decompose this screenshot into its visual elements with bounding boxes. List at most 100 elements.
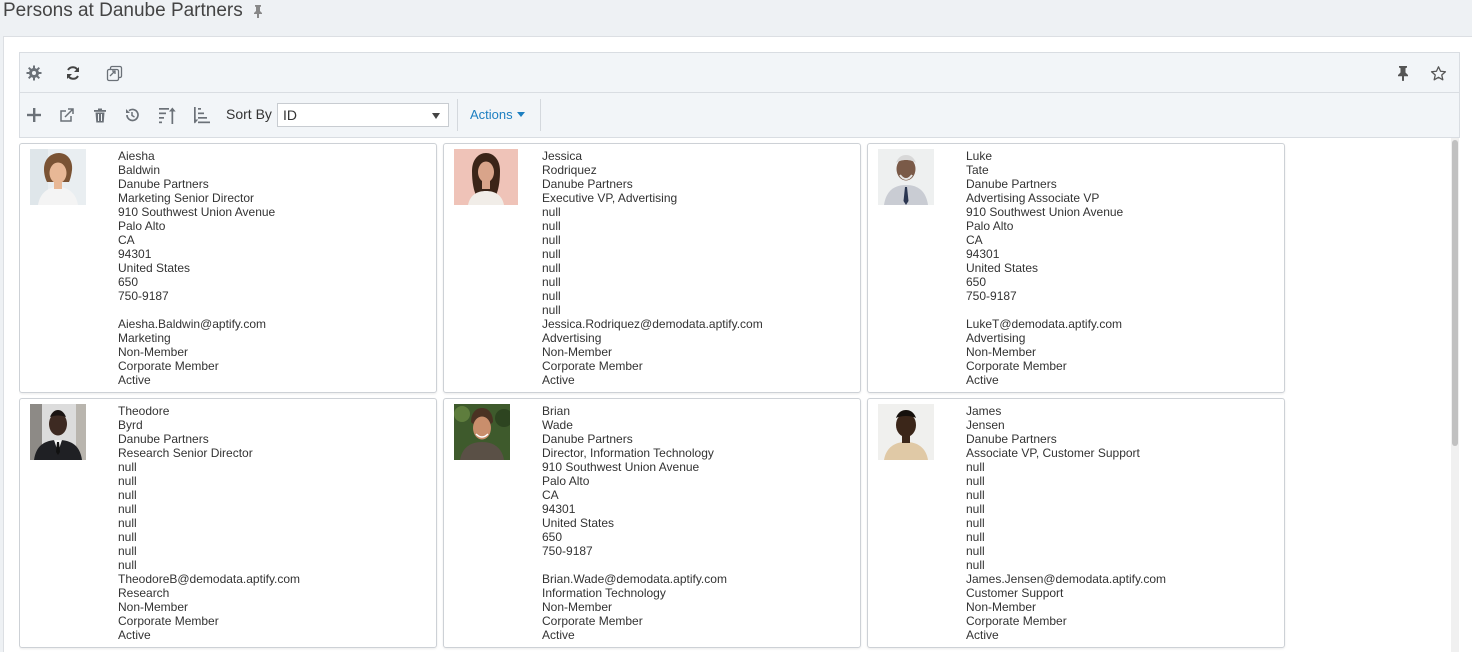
person-card[interactable]: Jessica Rodriquez Danube Partners Execut… bbox=[443, 143, 861, 393]
person-card[interactable]: James Jensen Danube Partners Associate V… bbox=[867, 398, 1285, 648]
first-name: Brian bbox=[542, 404, 571, 418]
vertical-scrollbar[interactable] bbox=[1451, 138, 1459, 652]
city: Palo Alto bbox=[966, 219, 1014, 233]
first-name: Jessica bbox=[542, 149, 583, 163]
sort-by-select[interactable]: ID bbox=[277, 103, 449, 127]
zip-code: 94301 bbox=[118, 247, 152, 261]
first-name: James bbox=[966, 404, 1002, 418]
scrollbar-thumb[interactable] bbox=[1452, 140, 1458, 446]
job-title: Associate VP, Customer Support bbox=[966, 446, 1140, 460]
pin-view-icon[interactable] bbox=[1393, 63, 1413, 83]
city: null bbox=[966, 474, 985, 488]
gear-icon[interactable] bbox=[24, 63, 44, 83]
member-type: Non-Member bbox=[542, 345, 613, 359]
actions-button[interactable]: Actions bbox=[470, 107, 525, 122]
city: Palo Alto bbox=[118, 219, 166, 233]
blank-field bbox=[542, 558, 727, 572]
copy-icon[interactable] bbox=[104, 63, 124, 83]
state: CA bbox=[118, 233, 135, 247]
membership: Corporate Member bbox=[966, 614, 1067, 628]
person-fields: Luke Tate Danube Partners Advertising As… bbox=[966, 149, 1123, 387]
sort-by-label: Sort By bbox=[226, 106, 272, 122]
page-header: Persons at Danube Partners bbox=[3, 0, 265, 22]
status: Active bbox=[542, 373, 575, 387]
status: Active bbox=[118, 628, 151, 642]
first-name: Aiesha bbox=[118, 149, 155, 163]
state: CA bbox=[542, 488, 559, 502]
star-icon[interactable] bbox=[1428, 63, 1448, 83]
sort-by-value: ID bbox=[283, 107, 297, 123]
pin-icon[interactable] bbox=[251, 4, 265, 18]
person-fields: Brian Wade Danube Partners Director, Inf… bbox=[542, 404, 727, 642]
membership: Corporate Member bbox=[542, 359, 643, 373]
member-type: Non-Member bbox=[118, 345, 189, 359]
phone: null bbox=[542, 289, 561, 303]
job-title: Executive VP, Advertising bbox=[542, 191, 678, 205]
person-fields: James Jensen Danube Partners Associate V… bbox=[966, 404, 1166, 642]
person-card[interactable]: Brian Wade Danube Partners Director, Inf… bbox=[443, 398, 861, 648]
add-icon[interactable] bbox=[24, 105, 44, 125]
state: null bbox=[542, 233, 561, 247]
job-title: Director, Information Technology bbox=[542, 446, 714, 460]
person-card[interactable]: Luke Tate Danube Partners Advertising As… bbox=[867, 143, 1285, 393]
blank-field: null bbox=[542, 303, 561, 317]
toolbar-divider bbox=[540, 99, 541, 131]
address-line: 910 Southwest Union Avenue bbox=[542, 460, 700, 474]
sort-desc-icon[interactable] bbox=[192, 105, 212, 125]
page-title: Persons at Danube Partners bbox=[3, 0, 243, 21]
area-code: 650 bbox=[966, 275, 987, 289]
department: Marketing bbox=[118, 331, 171, 345]
area-code: null bbox=[966, 530, 985, 544]
phone: 750-9187 bbox=[966, 289, 1017, 303]
older-man-photo bbox=[878, 149, 934, 205]
open-external-icon[interactable] bbox=[57, 105, 77, 125]
address-line: 910 Southwest Union Avenue bbox=[118, 205, 276, 219]
area-code: null bbox=[118, 530, 137, 544]
person-cards-list: Aiesha Baldwin Danube Partners Marketing… bbox=[19, 138, 1460, 652]
job-title: Advertising Associate VP bbox=[966, 191, 1100, 205]
email: Aiesha.Baldwin@aptify.com bbox=[118, 317, 267, 331]
email: James.Jensen@demodata.aptify.com bbox=[966, 572, 1167, 586]
company: Danube Partners bbox=[542, 432, 633, 446]
address-line: 910 Southwest Union Avenue bbox=[966, 205, 1124, 219]
zip-code: 94301 bbox=[542, 502, 576, 516]
email: Jessica.Rodriquez@demodata.aptify.com bbox=[542, 317, 763, 331]
phone: 750-9187 bbox=[542, 544, 593, 558]
department: Advertising bbox=[966, 331, 1026, 345]
sort-asc-icon[interactable] bbox=[157, 105, 177, 125]
history-icon[interactable] bbox=[122, 105, 142, 125]
chevron-down-icon bbox=[432, 113, 440, 119]
job-title: Research Senior Director bbox=[118, 446, 253, 460]
blank-field: null bbox=[118, 558, 137, 572]
status: Active bbox=[966, 628, 999, 642]
department: Information Technology bbox=[542, 586, 666, 600]
department: Research bbox=[118, 586, 170, 600]
person-card[interactable]: Theodore Byrd Danube Partners Research S… bbox=[19, 398, 437, 648]
toolbar-divider bbox=[457, 99, 458, 131]
country: United States bbox=[966, 261, 1039, 275]
company: Danube Partners bbox=[966, 432, 1057, 446]
trash-icon[interactable] bbox=[90, 105, 110, 125]
man-outdoor-photo bbox=[454, 404, 510, 460]
refresh-icon[interactable] bbox=[63, 63, 83, 83]
last-name: Tate bbox=[966, 163, 989, 177]
phone: null bbox=[966, 544, 985, 558]
city: null bbox=[118, 474, 137, 488]
member-type: Non-Member bbox=[966, 345, 1037, 359]
blank-field bbox=[118, 303, 275, 317]
status: Active bbox=[542, 628, 575, 642]
membership: Corporate Member bbox=[966, 359, 1067, 373]
phone: null bbox=[118, 544, 137, 558]
view-toolbar bbox=[19, 52, 1460, 93]
country: United States bbox=[118, 261, 191, 275]
country: null bbox=[118, 516, 137, 530]
person-card[interactable]: Aiesha Baldwin Danube Partners Marketing… bbox=[19, 143, 437, 393]
email: Brian.Wade@demodata.aptify.com bbox=[542, 572, 727, 586]
member-type: Non-Member bbox=[966, 600, 1037, 614]
company: Danube Partners bbox=[542, 177, 633, 191]
person-fields: Jessica Rodriquez Danube Partners Execut… bbox=[542, 149, 763, 387]
state: null bbox=[966, 488, 985, 502]
blank-field: null bbox=[966, 558, 985, 572]
chevron-down-icon bbox=[516, 112, 525, 117]
first-name: Luke bbox=[966, 149, 993, 163]
